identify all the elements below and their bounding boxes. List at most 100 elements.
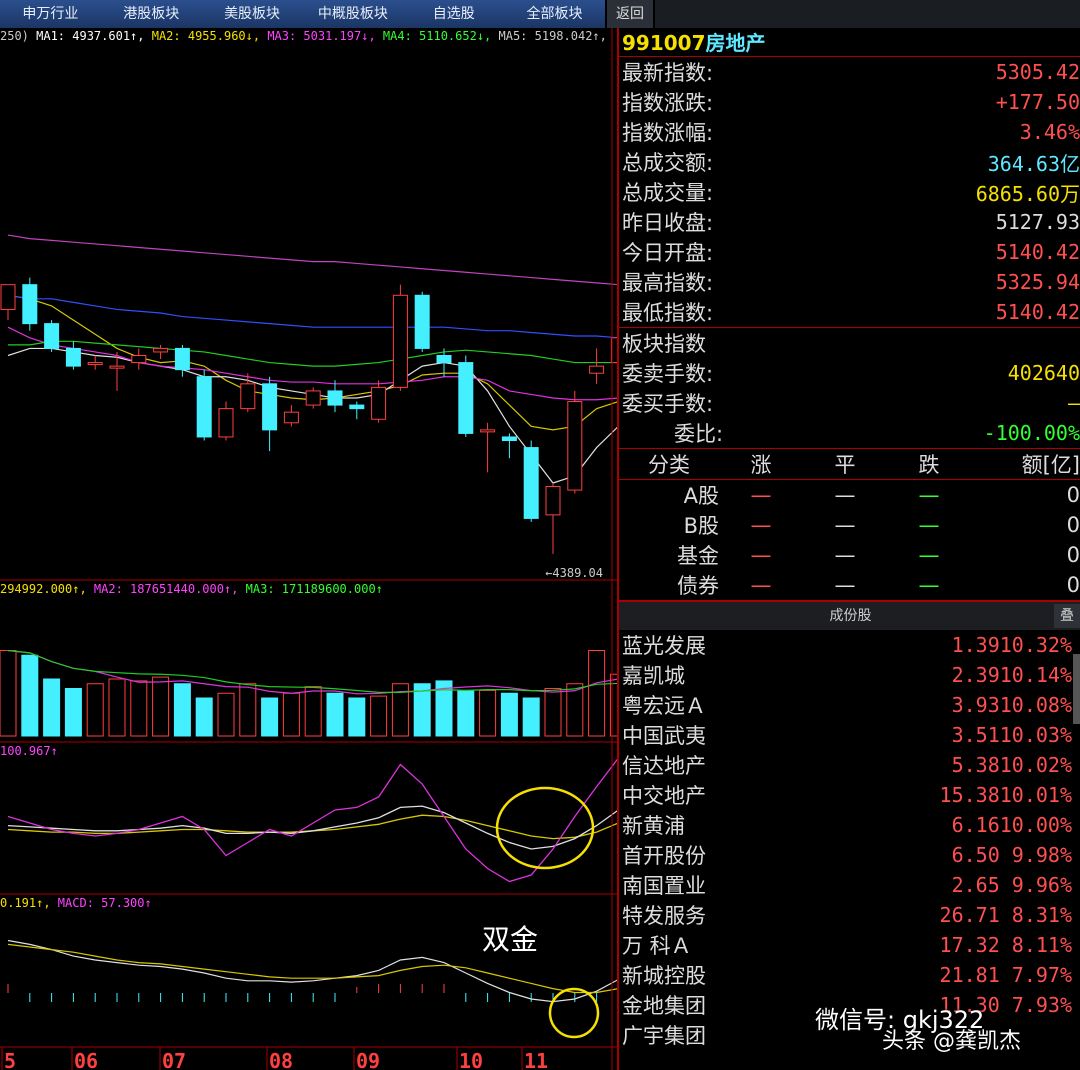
quote-value: +177.50 — [995, 90, 1080, 114]
category-row: B股 — — — 0 — [619, 510, 1080, 540]
category-cell: — — [918, 513, 940, 537]
volume-bar — [21, 654, 39, 737]
tab-1[interactable]: 港股板块 — [101, 0, 202, 28]
kline-chart[interactable]: ←4389.04 5 06 07 08 09 10 11 — [0, 28, 617, 1070]
volume-bar — [282, 692, 300, 737]
volume-bar — [479, 689, 497, 737]
ma-line-blue — [7, 294, 617, 339]
quote2-value: — — [1067, 391, 1080, 415]
candle-body — [589, 365, 605, 374]
quote2-row: 委比: -100.00% — [619, 418, 1080, 448]
category-cell: 基金 — [677, 544, 719, 568]
candle-body — [87, 362, 103, 366]
scrollbar[interactable] — [1073, 654, 1080, 724]
quote-label: 昨日收盘: — [622, 211, 714, 235]
candle-body — [109, 365, 125, 369]
constituent-row[interactable]: 粤宏远Ａ 3.9310.08% — [619, 690, 1080, 720]
fold-button[interactable]: 叠 — [1054, 604, 1080, 628]
category-cell: A股 — [683, 484, 719, 508]
volume-bar — [0, 650, 17, 737]
candle-body — [414, 294, 430, 349]
volume-bar — [500, 692, 518, 737]
board-tabs: 申万行业 港股板块 美股板块 中概股板块 自选股 全部板块 — [0, 0, 605, 28]
back-button[interactable]: 返回 — [607, 0, 653, 28]
ma-item-0: 250) — [0, 29, 37, 43]
candle-body — [523, 447, 539, 519]
constituent-name: 金地集团 — [622, 994, 706, 1018]
constituent-name: 新黄浦 — [622, 814, 685, 838]
constituent-row[interactable]: 蓝光发展 1.3910.32% — [619, 630, 1080, 660]
constituents-list[interactable]: 蓝光发展 1.3910.32% 嘉凯城 2.3910.14% 粤宏远Ａ 3.9310.08… — [619, 630, 1080, 1050]
candle-body — [262, 383, 278, 431]
constituent-row[interactable]: 新黄浦 6.1610.00% — [619, 810, 1080, 840]
tab-5[interactable]: 全部板块 — [504, 0, 605, 28]
volume-bar — [348, 697, 366, 737]
category-row: 债券 — — — 0 — [619, 570, 1080, 600]
month-label: 06 — [74, 1049, 98, 1070]
constituent-row[interactable]: 万 科Ａ 17.32 8.11% — [619, 930, 1080, 960]
vol-item-2: MA3: 171189600.000↑ — [245, 582, 383, 596]
quote-row: 指数涨幅: 3.46% — [619, 117, 1080, 147]
volume-bar — [152, 676, 170, 737]
constituent-quote: 3.9310.08% — [951, 693, 1072, 717]
candle-body — [545, 486, 561, 516]
quote-panel: 991007房地产 最新指数: 5305.42 指数涨跌: +177.50 指数涨幅: 3… — [617, 28, 1080, 1070]
constituent-row[interactable]: 特发服务 26.71 8.31% — [619, 900, 1080, 930]
quote-row: 指数涨跌: +177.50 — [619, 87, 1080, 117]
candle-body — [22, 284, 38, 325]
constituent-row[interactable]: 首开股份 6.50 9.98% — [619, 840, 1080, 870]
tab-2[interactable]: 美股板块 — [202, 0, 303, 28]
constituent-name: 信达地产 — [622, 754, 706, 778]
category-cell: — — [750, 543, 772, 567]
tab-4[interactable]: 自选股 — [403, 0, 504, 28]
candle-body — [65, 347, 81, 367]
macd-item-1: MACD: 57.300↑ — [57, 896, 152, 910]
constituent-name: 嘉凯城 — [622, 664, 685, 688]
category-cell: — — [750, 573, 772, 597]
volume-bar — [588, 650, 606, 737]
month-label: 07 — [162, 1049, 186, 1070]
category-cell: 债券 — [677, 574, 719, 598]
constituents-header: 成份股 叠 — [619, 600, 1080, 630]
constituent-row[interactable]: 南国置业 2.65 9.96% — [619, 870, 1080, 900]
category-cell: — — [834, 513, 856, 537]
constituent-quote: 26.71 8.31% — [939, 903, 1072, 927]
constituent-quote: 5.3810.02% — [951, 753, 1072, 777]
index-name: 房地产 — [705, 31, 766, 55]
constituent-row[interactable]: 信达地产 5.3810.02% — [619, 750, 1080, 780]
constituent-name: 南国置业 — [622, 874, 706, 898]
quote2-value: -100.00% — [983, 421, 1080, 445]
candle-body — [458, 362, 474, 434]
kdj-line-d — [7, 805, 617, 850]
tab-0[interactable]: 申万行业 — [0, 0, 101, 28]
quote-value: 5305.42 — [995, 60, 1080, 84]
constituent-row[interactable]: 中国武夷 3.5110.03% — [619, 720, 1080, 750]
tab-3[interactable]: 中概股板块 — [302, 0, 403, 28]
quote2-row: 板块指数 — [619, 328, 1080, 358]
volume-bar — [370, 695, 388, 737]
volume-bar — [457, 689, 475, 737]
volume-bar — [239, 683, 257, 737]
volume-legend: 294992.000↑, MA2: 187651440.000↑, MA3: 1… — [0, 582, 612, 596]
quote-value: 5325.94 — [995, 270, 1080, 294]
ma-item-3: MA3: 5031.197↓, — [267, 29, 383, 43]
quote-value: 5127.93 — [995, 210, 1080, 234]
category-cell: 0 — [1066, 543, 1080, 567]
quote-label: 总成交额: — [622, 151, 714, 175]
quote2-label: 板块指数 — [622, 332, 706, 356]
category-cell: — — [834, 543, 856, 567]
quote2-value: 402640 — [1007, 361, 1080, 385]
candle-body — [283, 411, 299, 424]
highlight-circle-kdj — [495, 786, 595, 870]
ma-line-grey — [7, 234, 617, 286]
annotation-text: 双金 — [482, 923, 539, 956]
constituent-row[interactable]: 新城控股 21.81 7.97% — [619, 960, 1080, 990]
quote2-label: 委卖手数: — [622, 362, 714, 386]
constituent-row[interactable]: 中交地产 15.3810.01% — [619, 780, 1080, 810]
constituent-row[interactable]: 嘉凯城 2.3910.14% — [619, 660, 1080, 690]
candle-body — [480, 429, 496, 433]
category-cell: 0 — [1066, 483, 1080, 507]
category-col-4: 额[亿] — [1021, 453, 1080, 477]
quote-row: 今日开盘: 5140.42 — [619, 237, 1080, 267]
quote2-label: 委买手数: — [622, 392, 714, 416]
